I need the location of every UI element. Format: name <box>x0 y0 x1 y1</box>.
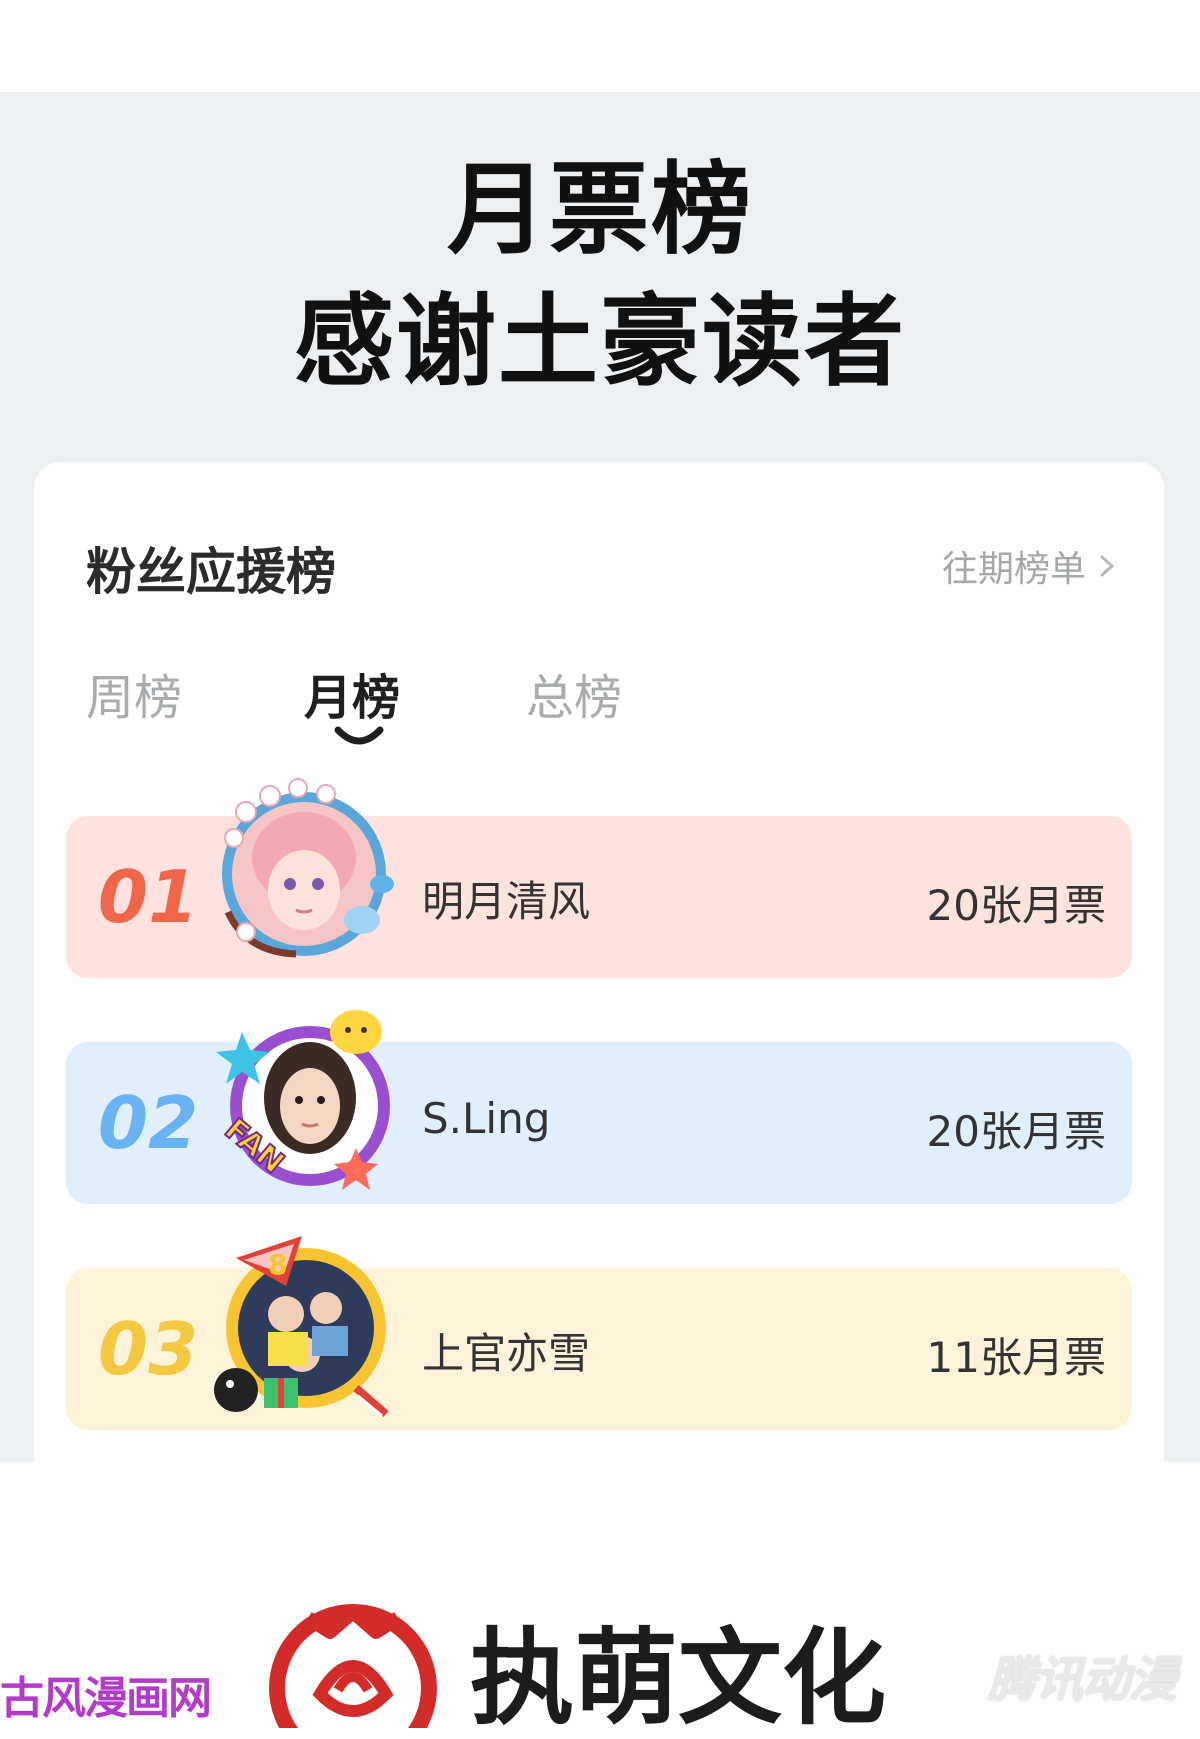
headline-subtitle: 感谢土豪读者 <box>294 283 906 400</box>
headline-title: 月票榜 <box>447 151 753 268</box>
vote-count: 20张月票 <box>926 1107 1106 1156</box>
fan-name: 明月清风 <box>422 877 591 926</box>
avatar[interactable]: FAN <box>206 1002 402 1198</box>
tab-monthly[interactable]: 月榜 <box>304 658 400 728</box>
smile-arc-icon <box>334 726 384 745</box>
ranking-row-2[interactable]: 02 FAN S.Ling 20张月票 <box>66 1010 1132 1204</box>
chevron-right-icon <box>1100 555 1114 577</box>
rank-number: 03 <box>98 1307 199 1391</box>
history-link-label: 往期榜单 <box>941 549 1086 590</box>
rank-number: 02 <box>98 1081 199 1165</box>
rose-circle-logo <box>269 1604 437 1728</box>
right-watermark: 腾讯动漫 <box>988 1652 1177 1708</box>
avatar[interactable]: 8 <box>206 1228 402 1424</box>
rank-number: 01 <box>98 855 199 939</box>
history-ranking-link[interactable]: 往期榜单 <box>942 540 1118 592</box>
fan-name: 上官亦雪 <box>422 1329 591 1378</box>
avatar-frame-blossom-icon <box>222 778 394 958</box>
avatar[interactable] <box>206 772 402 968</box>
tab-weekly[interactable]: 周榜 <box>86 658 182 728</box>
ranking-row-3[interactable]: 03 8 上官亦雪 11张月票 <box>66 1236 1132 1430</box>
top-margin <box>0 0 1200 92</box>
avatar-frame-gift-icon: 8 <box>214 1236 389 1418</box>
left-watermark: 古风漫画网 <box>0 1673 212 1724</box>
ranking-row-1[interactable]: 01 明月清风 20张月票 <box>66 778 1132 978</box>
fan-name: S.Ling <box>422 1094 551 1143</box>
vote-count: 20张月票 <box>926 881 1106 930</box>
brand-name: 执萌文化 <box>470 1617 887 1739</box>
tab-total[interactable]: 总榜 <box>526 658 622 728</box>
fan-ranking-card: 粉丝应援榜 往期榜单 周榜 月榜 总榜 01 明月清风 20张月票 02 FAN… <box>34 462 1164 1462</box>
vote-count: 11张月票 <box>926 1333 1106 1382</box>
card-title: 粉丝应援榜 <box>86 543 336 601</box>
svg-text:8: 8 <box>268 1248 287 1281</box>
avatar-frame-fan-star-icon: FAN <box>216 1010 390 1190</box>
